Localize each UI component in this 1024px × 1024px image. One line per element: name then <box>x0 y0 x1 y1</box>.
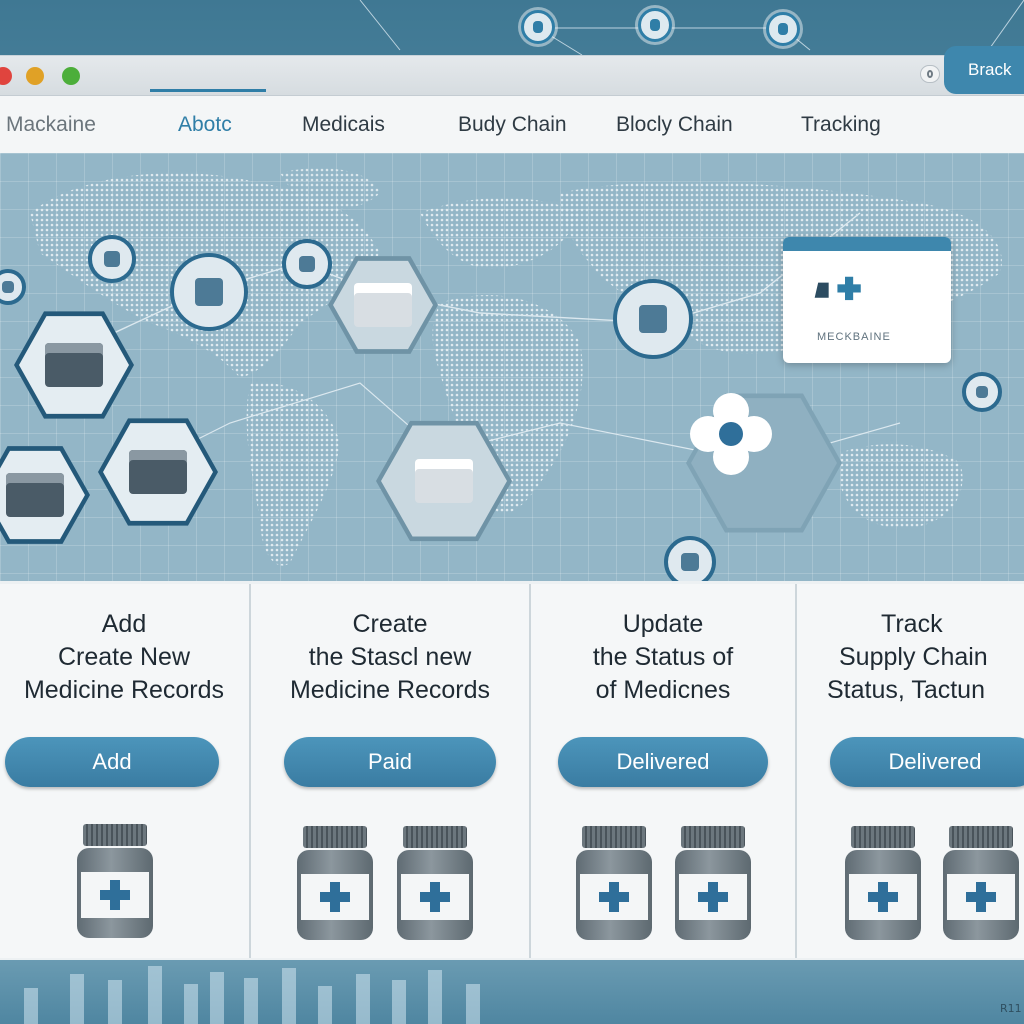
bottom-label: R11 <box>1000 1002 1022 1015</box>
feature-panels: Add Create New Medicine Records Add Crea… <box>0 581 1024 960</box>
cube-hex-icon[interactable] <box>328 253 438 357</box>
decor-bar <box>428 970 442 1024</box>
decor-bar <box>392 980 406 1024</box>
mackaine-logo-card: MECKBAINE <box>783 237 951 363</box>
panel-heading: Update the Status of of Medicnes <box>592 610 734 704</box>
panel-update: Update the Status of of Medicnes Deliver… <box>530 584 796 958</box>
network-lines <box>359 0 1024 56</box>
decor-bar <box>184 984 198 1024</box>
top-navigation: Mackaine Abotc Medicais Budy Chain Blocl… <box>0 96 1024 154</box>
track-button[interactable]: Brack <box>944 46 1024 94</box>
world-map <box>0 153 1024 581</box>
panel-add: Add Create New Medicine Records Add <box>0 584 250 958</box>
add-button[interactable]: Add <box>5 737 219 787</box>
decor-bar <box>318 986 332 1024</box>
top-network-strip <box>0 0 1024 60</box>
medical-logo-icon <box>803 276 861 301</box>
decor-bar <box>282 968 296 1024</box>
pharmacy-location-icon[interactable] <box>282 239 332 289</box>
panel-create: Create the Stascl new Medicine Records P… <box>250 584 530 958</box>
delivered-button[interactable]: Delivered <box>830 737 1024 787</box>
network-node-icon <box>521 10 555 44</box>
medical-cross-hex-icon[interactable] <box>686 389 842 537</box>
decor-bar <box>70 974 84 1024</box>
location-pin-icon[interactable] <box>664 536 716 581</box>
paid-button[interactable]: Paid <box>284 737 496 787</box>
panel-track: Track Supply Chain Status, Tactun Delive… <box>796 584 1024 958</box>
medicine-bottle-icon <box>77 824 153 938</box>
medicine-bottle-icon <box>845 826 921 940</box>
package-hex-icon[interactable] <box>98 415 218 529</box>
decor-bar <box>148 966 162 1024</box>
package-hex-icon[interactable] <box>14 308 134 422</box>
nav-item-budy-chain[interactable]: Budy Chain <box>458 113 567 137</box>
logo-text: MECKBAINE <box>817 331 891 343</box>
window-control-icon[interactable] <box>920 65 940 83</box>
medicine-bottle-icon <box>675 826 751 940</box>
delivered-button[interactable]: Delivered <box>558 737 768 787</box>
close-window-button[interactable] <box>0 67 12 85</box>
medicine-bottle-icon <box>576 826 652 940</box>
cube-hex-icon[interactable] <box>376 417 512 545</box>
maximize-window-button[interactable] <box>62 67 80 85</box>
panel-heading: Track Supply Chain Status, Tactun <box>827 610 988 704</box>
minimize-window-button[interactable] <box>26 67 44 85</box>
decor-bar <box>244 978 258 1024</box>
decor-bar <box>24 988 38 1024</box>
nav-item-blocly-chain[interactable]: Blocly Chain <box>616 113 733 137</box>
package-hex-icon[interactable] <box>0 443 90 547</box>
nav-item-tracking[interactable]: Tracking <box>801 113 881 137</box>
medical-flower-icon <box>690 393 772 475</box>
medicine-bottle-icon <box>297 826 373 940</box>
medicine-bottle-icon <box>943 826 1019 940</box>
decor-bar <box>108 980 122 1024</box>
location-pin-icon[interactable] <box>88 235 136 283</box>
decor-bar <box>356 974 370 1024</box>
nav-item-medicals[interactable]: Medicais <box>302 113 385 137</box>
panel-heading: Add Create New Medicine Records <box>23 610 225 704</box>
panel-heading: Create the Stascl new Medicine Records <box>289 610 491 704</box>
package-location-icon[interactable] <box>170 253 248 331</box>
brand-name: Mackaine <box>6 113 96 136</box>
network-node-icon <box>766 12 800 46</box>
decor-bar <box>466 984 480 1024</box>
network-node-icon <box>638 8 672 42</box>
active-tab-indicator <box>150 89 266 92</box>
decor-bar <box>210 972 224 1024</box>
location-pin-icon[interactable] <box>962 372 1002 412</box>
warehouse-location-icon[interactable] <box>613 279 693 359</box>
bottom-bar-strip <box>0 960 1024 1024</box>
medicine-bottle-icon <box>397 826 473 940</box>
nav-item-about[interactable]: Abotc <box>178 113 232 137</box>
